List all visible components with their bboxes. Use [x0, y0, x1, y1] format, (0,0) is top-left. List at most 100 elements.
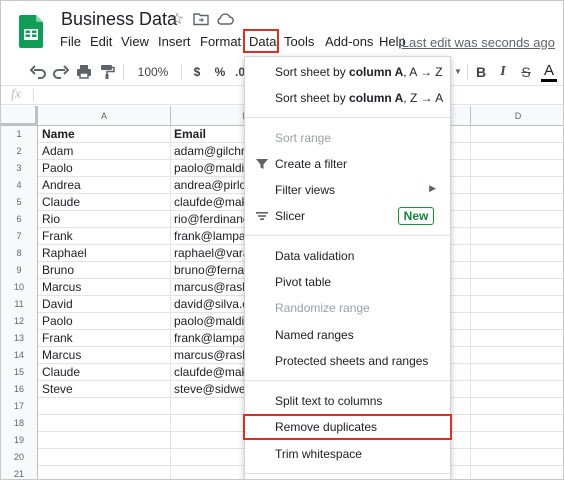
italic-button[interactable]: I: [496, 62, 510, 82]
last-edit-link[interactable]: Last edit was seconds ago: [402, 35, 555, 50]
menu-item-create-filter[interactable]: Create a filter: [245, 151, 450, 177]
row-header[interactable]: 18: [1, 415, 38, 432]
cell-empty[interactable]: [471, 364, 563, 381]
cell-empty[interactable]: [471, 194, 563, 211]
cell-name[interactable]: Frank: [38, 228, 171, 245]
menu-item-protected-sheets[interactable]: Protected sheets and ranges: [245, 348, 450, 374]
move-to-folder-icon[interactable]: [192, 11, 210, 29]
cell-name[interactable]: [38, 415, 171, 432]
menu-insert[interactable]: Insert: [158, 34, 191, 49]
cell-empty[interactable]: [471, 313, 563, 330]
column-header-a[interactable]: A: [38, 106, 171, 126]
menu-item-filter-views[interactable]: Filter views ▶: [245, 177, 450, 203]
cell-name[interactable]: Name: [38, 126, 171, 143]
undo-icon[interactable]: [29, 62, 47, 82]
row-header[interactable]: 10: [1, 279, 38, 296]
row-header[interactable]: 19: [1, 432, 38, 449]
menu-item-trim-whitespace[interactable]: Trim whitespace: [245, 441, 450, 467]
cell-name[interactable]: Raphael: [38, 245, 171, 262]
cell-name[interactable]: Claude: [38, 194, 171, 211]
cloud-saved-icon[interactable]: [216, 11, 234, 29]
redo-icon[interactable]: [52, 62, 70, 82]
cell-empty[interactable]: [471, 398, 563, 415]
percent-format-button[interactable]: %: [213, 62, 227, 82]
cell-name[interactable]: Marcus: [38, 279, 171, 296]
cell-empty[interactable]: [471, 466, 563, 479]
cell-empty[interactable]: [471, 228, 563, 245]
cell-name[interactable]: Adam: [38, 143, 171, 160]
row-header[interactable]: 8: [1, 245, 38, 262]
cell-empty[interactable]: [471, 279, 563, 296]
cell-empty[interactable]: [471, 126, 563, 143]
cell-empty[interactable]: [471, 143, 563, 160]
menu-item-split-text[interactable]: Split text to columns: [245, 388, 450, 414]
text-color-button[interactable]: A: [541, 62, 557, 82]
zoom-select[interactable]: 100% ▼: [131, 62, 175, 98]
menu-item-remove-duplicates[interactable]: Remove duplicates: [243, 414, 452, 440]
cell-empty[interactable]: [471, 330, 563, 347]
cell-empty[interactable]: [471, 432, 563, 449]
cell-empty[interactable]: [471, 415, 563, 432]
row-header[interactable]: 21: [1, 466, 38, 479]
strikethrough-button[interactable]: S: [518, 62, 534, 82]
row-header[interactable]: 5: [1, 194, 38, 211]
menu-item-sort-z-a[interactable]: Sort sheet by column A, Z → A: [245, 85, 450, 111]
cell-name[interactable]: Steve: [38, 381, 171, 398]
row-header[interactable]: 3: [1, 160, 38, 177]
cell-empty[interactable]: [471, 211, 563, 228]
cell-empty[interactable]: [471, 245, 563, 262]
cell-name[interactable]: Andrea: [38, 177, 171, 194]
cell-name[interactable]: Marcus: [38, 347, 171, 364]
bold-button[interactable]: B: [473, 62, 489, 82]
row-header[interactable]: 6: [1, 211, 38, 228]
row-header[interactable]: 12: [1, 313, 38, 330]
cell-empty[interactable]: [471, 449, 563, 466]
cell-name[interactable]: Paolo: [38, 160, 171, 177]
row-header[interactable]: 20: [1, 449, 38, 466]
cell-name[interactable]: Claude: [38, 364, 171, 381]
row-header[interactable]: 14: [1, 347, 38, 364]
cell-empty[interactable]: [471, 381, 563, 398]
cell-name[interactable]: Bruno: [38, 262, 171, 279]
cell-name[interactable]: [38, 449, 171, 466]
row-header[interactable]: 17: [1, 398, 38, 415]
select-all-corner[interactable]: [1, 106, 38, 126]
menu-item-named-ranges[interactable]: Named ranges: [245, 322, 450, 348]
cell-empty[interactable]: [471, 262, 563, 279]
cell-empty[interactable]: [471, 347, 563, 364]
menu-item-slicer[interactable]: Slicer New: [245, 203, 450, 229]
menu-view[interactable]: View: [121, 34, 149, 49]
cell-name[interactable]: Rio: [38, 211, 171, 228]
menu-add-ons[interactable]: Add-ons: [325, 34, 373, 49]
cell-name[interactable]: [38, 398, 171, 415]
row-header[interactable]: 7: [1, 228, 38, 245]
menu-edit[interactable]: Edit: [90, 34, 112, 49]
star-icon[interactable]: ☆: [168, 11, 186, 29]
cell-name[interactable]: Frank: [38, 330, 171, 347]
row-header[interactable]: 4: [1, 177, 38, 194]
cell-name[interactable]: Paolo: [38, 313, 171, 330]
cell-name[interactable]: [38, 466, 171, 479]
menu-tools[interactable]: Tools: [284, 34, 314, 49]
row-header[interactable]: 13: [1, 330, 38, 347]
row-header[interactable]: 15: [1, 364, 38, 381]
google-sheets-logo-icon[interactable]: [19, 15, 43, 48]
row-header[interactable]: 2: [1, 143, 38, 160]
paint-format-icon[interactable]: [98, 62, 116, 82]
column-header-d[interactable]: D: [471, 106, 563, 126]
cell-name[interactable]: [38, 432, 171, 449]
menu-file[interactable]: File: [60, 34, 81, 49]
cell-name[interactable]: David: [38, 296, 171, 313]
cell-empty[interactable]: [471, 160, 563, 177]
row-header[interactable]: 1: [1, 126, 38, 143]
cell-empty[interactable]: [471, 177, 563, 194]
menu-item-data-validation[interactable]: Data validation: [245, 243, 450, 269]
menu-item-sort-a-z[interactable]: Sort sheet by column A, A → Z: [245, 59, 450, 85]
menu-item-pivot-table[interactable]: Pivot table: [245, 269, 450, 295]
print-icon[interactable]: [75, 62, 93, 82]
menu-format[interactable]: Format: [200, 34, 241, 49]
font-size-dropdown-icon[interactable]: ▼: [453, 62, 463, 82]
cell-empty[interactable]: [471, 296, 563, 313]
currency-format-button[interactable]: $: [191, 62, 203, 82]
row-header[interactable]: 11: [1, 296, 38, 313]
